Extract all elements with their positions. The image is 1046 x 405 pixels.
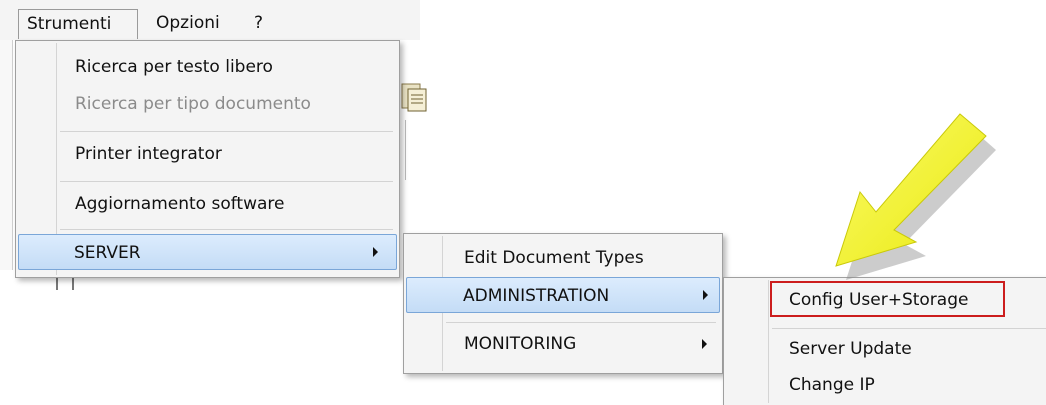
- server-submenu: Edit Document Types ADMINISTRATION MONIT…: [403, 233, 723, 374]
- menu-item-monitoring[interactable]: MONITORING: [406, 326, 720, 362]
- strumenti-menu: Ricerca per testo libero Ricerca per tip…: [15, 40, 400, 278]
- menu-item-ricerca-testo-libero[interactable]: Ricerca per testo libero: [18, 49, 397, 85]
- background-divider: [405, 120, 406, 180]
- menu-item-label: MONITORING: [464, 334, 577, 354]
- chevron-right-icon: [703, 290, 708, 300]
- menu-separator: [60, 131, 393, 132]
- menu-item-aggiornamento-software[interactable]: Aggiornamento software: [18, 186, 397, 222]
- menu-item-label: Edit Document Types: [464, 248, 644, 268]
- menu-separator: [60, 181, 393, 182]
- menu-item-server-update[interactable]: Server Update: [726, 331, 1044, 367]
- chevron-right-icon: [702, 339, 707, 349]
- menu-item-label: SERVER: [74, 243, 141, 263]
- menu-item-label: Ricerca per testo libero: [75, 57, 273, 77]
- menubar-item-strumenti[interactable]: Strumenti: [18, 9, 138, 39]
- menu-separator: [446, 322, 716, 323]
- menu-bar: Strumenti Opzioni ?: [0, 0, 420, 40]
- menu-item-label: Aggiornamento software: [75, 194, 285, 214]
- document-icon[interactable]: [400, 80, 428, 114]
- menu-separator: [772, 328, 1046, 329]
- menu-item-change-ip[interactable]: Change IP: [726, 367, 1044, 403]
- menu-item-server[interactable]: SERVER: [18, 234, 397, 270]
- menu-item-administration[interactable]: ADMINISTRATION: [406, 277, 720, 313]
- menu-separator: [60, 229, 393, 230]
- menu-item-ricerca-tipo-documento[interactable]: Ricerca per tipo documento: [18, 86, 397, 122]
- menubar-item-help[interactable]: ?: [246, 9, 268, 39]
- menu-item-label: Ricerca per tipo documento: [75, 94, 311, 114]
- menu-item-printer-integrator[interactable]: Printer integrator: [18, 136, 397, 172]
- menubar-item-opzioni[interactable]: Opzioni: [148, 9, 232, 39]
- yellow-pointer-arrow-icon: [800, 100, 1020, 300]
- background-window-frame: [0, 40, 13, 270]
- menu-item-label: ADMINISTRATION: [463, 286, 610, 306]
- menu-item-label: Server Update: [789, 339, 912, 359]
- menu-item-label: Change IP: [789, 375, 875, 395]
- menu-item-label: Printer integrator: [75, 144, 222, 164]
- menu-item-edit-document-types[interactable]: Edit Document Types: [406, 240, 720, 276]
- chevron-right-icon: [373, 247, 378, 257]
